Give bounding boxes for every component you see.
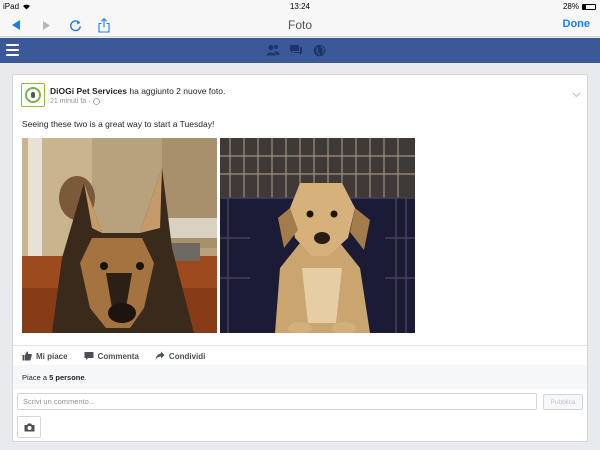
post-time[interactable]: 21 minuti fa [50,98,86,105]
likes-prefix: Piace a [22,373,50,382]
browser-toolbar: Foto Done [0,13,600,37]
share-post-button[interactable]: Condividi [155,351,205,361]
share-label: Condividi [168,351,206,361]
facebook-nav-bar [0,38,600,63]
comment-button[interactable]: Commenta [84,351,139,361]
comment-icon [84,352,94,360]
battery-percent: 28% [562,2,579,11]
post-card: DiOGi Pet Services ha aggiunto 2 nuove f… [12,74,588,442]
comment-input[interactable] [17,393,537,410]
share-arrow-icon [155,351,165,360]
post-options-chevron-icon[interactable] [572,85,581,103]
post-header: DiOGi Pet Services ha aggiunto 2 nuove f… [50,86,225,96]
page-title: Foto [287,18,312,32]
status-bar: iPad 13:24 28% [0,0,600,13]
like-label: Mi piace [36,351,68,361]
post-action-text: ha aggiunto 2 nuove foto. [127,86,226,96]
likes-count[interactable]: 5 persone [49,373,84,382]
post-timestamp-row: 21 minuti fa · [50,98,100,105]
done-button[interactable]: Done [563,18,591,30]
avatar[interactable] [21,83,45,107]
like-button[interactable]: Mi piace [22,351,68,361]
public-globe-icon [92,98,100,105]
status-right: 28% [563,2,596,11]
german-shepherd-photo[interactable] [22,138,217,333]
comment-label: Commenta [97,351,139,361]
dog-in-crate-photo[interactable] [220,138,415,333]
post-author[interactable]: DiOGi Pet Services [50,86,127,96]
menu-icon[interactable] [6,44,19,56]
camera-button[interactable] [17,416,41,438]
likes-suffix: . [84,373,87,382]
status-time: 13:24 [289,2,311,11]
likes-summary: Piace a 5 persone. [22,373,87,382]
post-actions: Mi piace Commenta Condividi [22,351,205,361]
divider [13,345,587,346]
camera-icon [24,423,34,431]
likes-summary-row: Piace a 5 persone. [13,365,587,389]
post-text: Seeing these two is a great way to start… [22,119,215,129]
globe-icon[interactable] [312,43,326,57]
thumbs-up-icon [22,351,32,361]
fb-nav-icons [266,43,326,57]
publish-button[interactable]: Pubblica [543,394,583,410]
page-logo [25,87,41,103]
battery-icon [582,3,596,10]
messages-icon[interactable] [289,43,303,57]
friends-icon[interactable] [266,43,280,57]
time-separator: · [88,98,91,105]
